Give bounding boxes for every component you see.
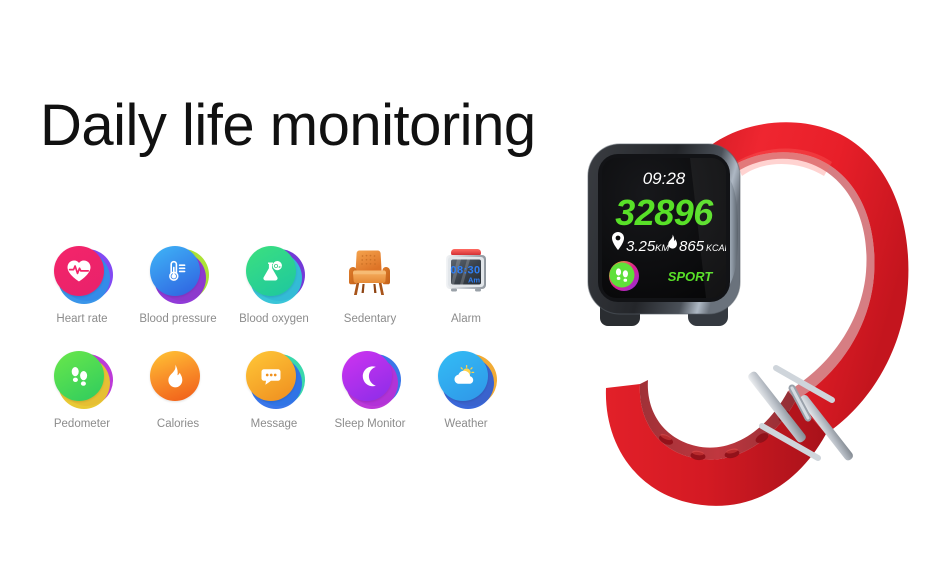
feature-label: Message [250, 418, 298, 430]
weather-icon-wrap [437, 348, 497, 409]
alarm-icon-wrap: 08:30 Am [437, 243, 495, 301]
message-icon-wrap [245, 348, 305, 409]
feature-label: Sedentary [343, 313, 397, 325]
feature-label: Pedometer [53, 418, 111, 430]
thermometer-icon [150, 246, 200, 296]
screen-distance-unit: KM [655, 243, 669, 254]
feature-heart-rate[interactable]: Heart rate [34, 243, 130, 325]
sedentary-icon-wrap [341, 243, 399, 301]
feature-label: Heart rate [56, 313, 108, 325]
feature-blood-oxygen[interactable]: O₂ Blood oxygen [226, 243, 322, 325]
feature-sleep-monitor[interactable]: Sleep Monitor [322, 348, 418, 430]
screen-time: 09:28 [643, 169, 686, 188]
alarm-meridiem-text: Am [468, 276, 480, 285]
heart-rate-icon-wrap [53, 243, 113, 304]
feature-label: Blood oxygen [239, 313, 309, 325]
pedometer-icon-wrap [53, 348, 113, 409]
feature-blood-pressure[interactable]: Blood pressure [130, 243, 226, 325]
smartwatch-product-image: 09:28 32896 3.25 KM 865 KCAL SPORT [540, 88, 930, 508]
feature-pedometer[interactable]: Pedometer [34, 348, 130, 430]
flask-o2-icon: O₂ [246, 246, 296, 296]
feature-message[interactable]: Message [226, 348, 322, 430]
screen-distance-value: 3.25 [626, 238, 656, 255]
feature-label: Weather [444, 418, 488, 430]
screen-badge[interactable] [609, 261, 639, 291]
blood-pressure-icon-wrap [149, 243, 209, 304]
armchair-icon [345, 243, 395, 299]
alarm-clock-icon: 08:30 Am [443, 246, 489, 294]
page-title: Daily life monitoring [40, 93, 536, 158]
calories-icon-wrap [149, 348, 207, 406]
feature-weather[interactable]: Weather [418, 348, 514, 430]
feature-label: Blood pressure [139, 313, 217, 325]
sleep-monitor-icon-wrap [341, 348, 401, 409]
cloud-sun-icon [438, 351, 488, 401]
feature-row-1: Heart rate Blood pressure O₂ Blood oxyge… [34, 243, 534, 325]
feature-calories[interactable]: Calories [130, 348, 226, 430]
feature-label: Alarm [450, 313, 482, 325]
crescent-moon-icon [342, 351, 392, 401]
feature-label: Calories [156, 418, 200, 430]
heart-pulse-icon [54, 246, 104, 296]
watch-screen[interactable]: 09:28 32896 3.25 KM 865 KCAL SPORT [602, 158, 730, 298]
feature-row-2: Pedometer Calories Message Sleep Monitor… [34, 348, 534, 430]
footprints-icon [54, 351, 104, 401]
feature-alarm[interactable]: 08:30 Am Alarm [418, 243, 514, 325]
promo-banner: Daily life monitoring Heart rate Blood p… [0, 0, 930, 561]
feature-label: Sleep Monitor [334, 418, 406, 430]
feature-grid: Heart rate Blood pressure O₂ Blood oxyge… [34, 243, 534, 430]
blood-oxygen-icon-wrap: O₂ [245, 243, 305, 304]
speech-bubble-icon [246, 351, 296, 401]
svg-text:O₂: O₂ [274, 264, 281, 270]
flame-icon [150, 351, 200, 401]
feature-sedentary[interactable]: Sedentary [322, 243, 418, 325]
